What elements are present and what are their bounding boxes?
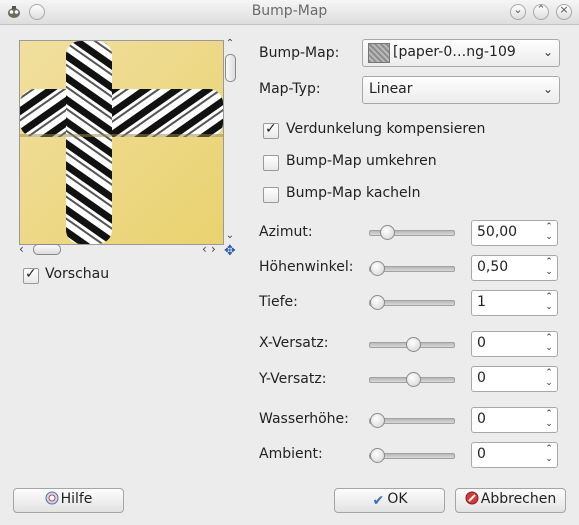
depth-value[interactable]: 1: [477, 294, 486, 310]
yoffset-label: Y-Versatz:: [259, 371, 327, 387]
elevation-spinbox[interactable]: 0,50 ⌃ ⌄: [471, 255, 558, 281]
bumpmap-value: [paper-0…ng-109: [393, 44, 516, 60]
bumpmap-select[interactable]: [paper-0…ng-109 ⌄: [362, 39, 560, 67]
option-checkbox-invert[interactable]: [263, 155, 279, 171]
azimuth-slider-knob[interactable]: [379, 225, 395, 240]
vertical-scroll-thumb[interactable]: [225, 54, 236, 82]
spin-arrows-icon[interactable]: ⌃ ⌄: [544, 444, 554, 464]
maptyp-select[interactable]: Linear ⌄: [362, 76, 560, 104]
preview-label[interactable]: Vorschau: [45, 266, 109, 282]
option-label-tile[interactable]: Bump-Map kacheln: [286, 185, 420, 201]
preview-vertical-scrollbar[interactable]: ⌃ ⌄: [224, 38, 236, 243]
preview-horizontal-scrollbar[interactable]: ‹ ‹ ›: [19, 242, 222, 256]
azimuth-slider[interactable]: [369, 225, 455, 240]
depth-slider[interactable]: [369, 295, 455, 310]
maximize-icon[interactable]: ×: [556, 3, 572, 20]
xoffset-label: X-Versatz:: [259, 335, 329, 351]
waterlevel-label: Wasserhöhe:: [259, 411, 349, 427]
help-button[interactable]: Hilfe: [13, 488, 124, 513]
spin-arrows-icon[interactable]: ⌃ ⌄: [544, 222, 554, 242]
preview-checkbox[interactable]: ✓: [23, 266, 39, 284]
cancel-button-label: Abbrechen: [480, 491, 557, 507]
azimuth-label: Azimut:: [259, 224, 313, 240]
cancel-button[interactable]: Abbrechen: [455, 488, 566, 513]
minimize-icon[interactable]: ⌄: [510, 3, 526, 20]
depth-label: Tiefe:: [259, 294, 298, 310]
waterlevel-slider-knob[interactable]: [370, 413, 385, 428]
ambient-value[interactable]: 0: [477, 446, 486, 462]
elevation-slider[interactable]: [369, 261, 455, 276]
bumpmap-thumbnail: [368, 43, 390, 63]
scroll-left-icon[interactable]: ‹: [19, 242, 24, 256]
chevron-down-icon: ⌄: [542, 82, 553, 96]
waterlevel-value[interactable]: 0: [477, 411, 486, 427]
waterlevel-slider[interactable]: [369, 413, 455, 428]
title-bar: Bump-Map ⌄ ⌃ ×: [0, 0, 579, 25]
scroll-up-icon[interactable]: ⌃: [224, 38, 236, 49]
help-button-label: Hilfe: [60, 491, 93, 507]
help-icon: [45, 491, 59, 505]
depth-slider-knob[interactable]: [370, 295, 385, 310]
scroll-right-icon-2[interactable]: ›: [211, 242, 216, 256]
spin-arrows-icon[interactable]: ⌃ ⌄: [544, 368, 554, 388]
ok-button[interactable]: ✔ OK: [334, 488, 445, 513]
xoffset-slider[interactable]: [369, 337, 455, 352]
xoffset-slider-knob[interactable]: [405, 337, 421, 352]
ambient-spinbox[interactable]: 0 ⌃ ⌄: [471, 442, 558, 468]
option-checkbox-compensate[interactable]: ✓: [263, 121, 279, 139]
ambient-slider[interactable]: [369, 448, 455, 463]
option-checkbox-tile[interactable]: [263, 187, 279, 203]
elevation-slider-knob[interactable]: [370, 261, 385, 276]
ambient-label: Ambient:: [259, 446, 323, 462]
xoffset-value[interactable]: 0: [477, 335, 486, 351]
move-icon[interactable]: ✥: [224, 244, 238, 258]
yoffset-slider-knob[interactable]: [405, 372, 421, 387]
scroll-right-icon[interactable]: ‹: [202, 242, 207, 256]
cancel-icon: [465, 491, 479, 505]
ambient-slider-knob[interactable]: [370, 448, 385, 463]
depth-spinbox[interactable]: 1 ⌃ ⌄: [471, 290, 558, 316]
option-label-invert[interactable]: Bump-Map umkehren: [286, 153, 437, 169]
bumpmap-label: Bump-Map:: [259, 45, 340, 61]
restore-icon[interactable]: ⌃: [533, 3, 549, 20]
window-title: Bump-Map: [251, 3, 328, 19]
elevation-label: Höhenwinkel:: [259, 259, 354, 275]
option-label-compensate[interactable]: Verdunkelung kompensieren: [286, 121, 485, 137]
spin-arrows-icon[interactable]: ⌃ ⌄: [544, 257, 554, 277]
checkmark-icon: ✔: [372, 493, 385, 509]
elevation-value[interactable]: 0,50: [477, 259, 508, 275]
scroll-down-icon[interactable]: ⌄: [224, 230, 236, 241]
spin-arrows-icon[interactable]: ⌃ ⌄: [544, 409, 554, 429]
ok-button-label: OK: [387, 491, 408, 507]
spin-arrows-icon[interactable]: ⌃ ⌄: [544, 333, 554, 353]
azimuth-value[interactable]: 50,00: [477, 224, 517, 240]
horizontal-scroll-thumb[interactable]: [33, 244, 61, 255]
yoffset-spinbox[interactable]: 0 ⌃ ⌄: [471, 366, 558, 392]
maptyp-label: Map-Typ:: [259, 81, 321, 97]
spin-arrows-icon[interactable]: ⌃ ⌄: [544, 292, 554, 312]
yoffset-slider[interactable]: [369, 372, 455, 387]
chevron-down-icon: ⌄: [542, 45, 553, 59]
preview-image[interactable]: [19, 40, 224, 245]
azimuth-spinbox[interactable]: 50,00 ⌃ ⌄: [471, 220, 558, 246]
waterlevel-spinbox[interactable]: 0 ⌃ ⌄: [471, 407, 558, 433]
maptyp-value: Linear: [369, 81, 413, 97]
xoffset-spinbox[interactable]: 0 ⌃ ⌄: [471, 331, 558, 357]
yoffset-value[interactable]: 0: [477, 370, 486, 386]
